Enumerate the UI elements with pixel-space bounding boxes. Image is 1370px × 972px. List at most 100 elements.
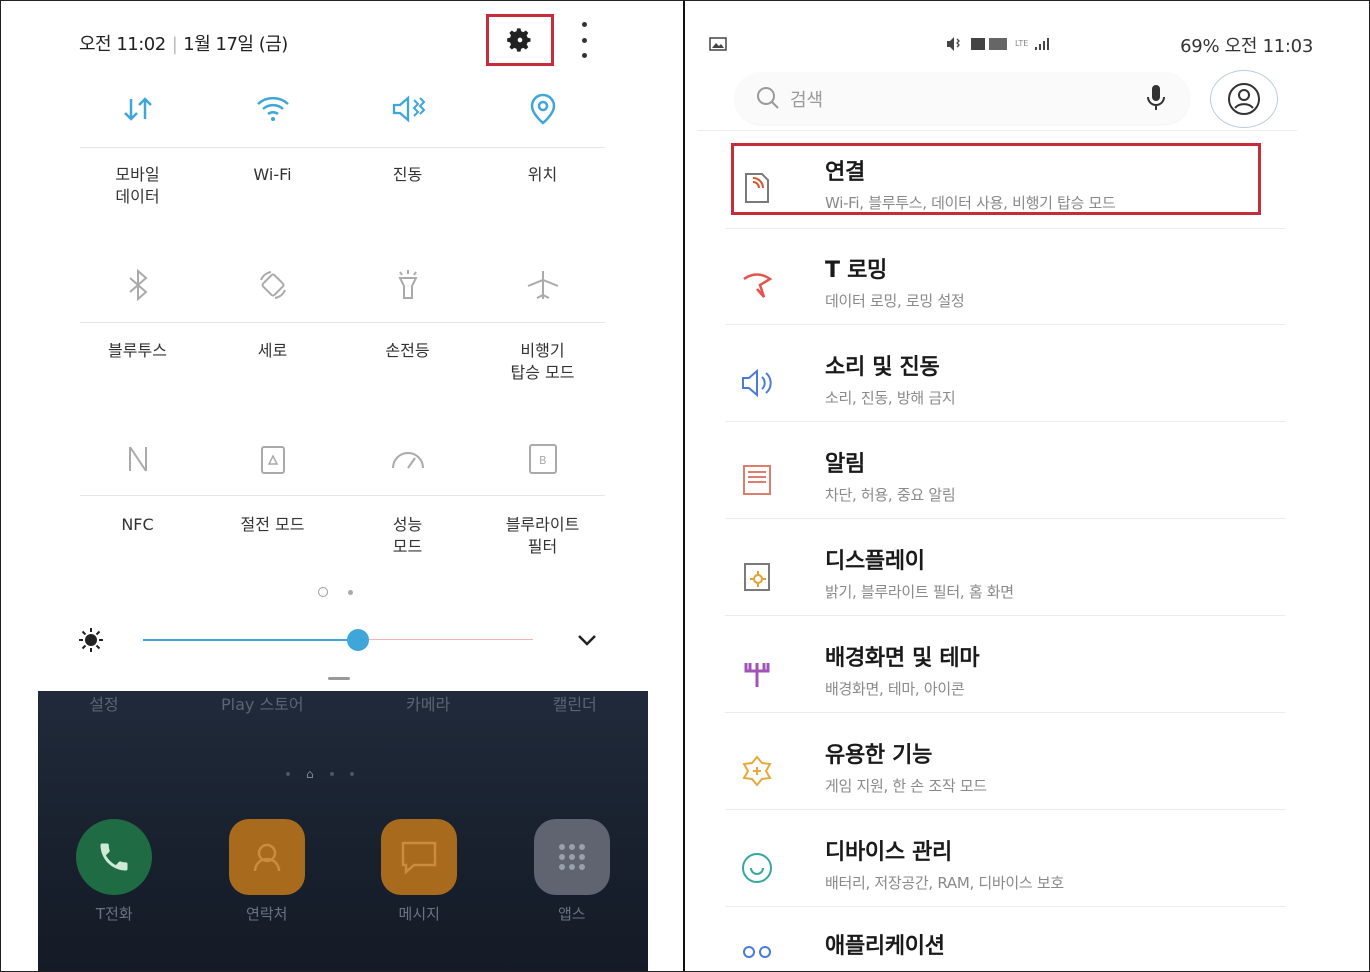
gallery-notification-icon [709, 37, 727, 51]
tile-power-saving[interactable] [205, 430, 340, 488]
tile-label: 비행기 탑승 모드 [510, 341, 575, 382]
settings-item-display[interactable]: 디스플레이 밝기, 블루라이트 필터, 홈 화면 [725, 537, 1285, 615]
tile-labels-row-1: 모바일 데이터 Wi-Fi 진동 위치 [70, 164, 610, 208]
brightness-icon [79, 628, 103, 652]
rotation-icon [259, 271, 286, 299]
home-app-label[interactable]: 설정 [89, 691, 118, 715]
profile-icon [1228, 83, 1260, 115]
dock-app-phone[interactable]: T전화 [54, 819, 174, 924]
tile-flashlight[interactable] [340, 256, 475, 314]
tile-nfc[interactable] [70, 430, 205, 488]
tile-performance[interactable] [340, 430, 475, 488]
dock-app-contacts[interactable]: 연락처 [207, 819, 327, 924]
settings-item-device-care[interactable]: 디바이스 관리 배터리, 저장공간, RAM, 디바이스 보호 [725, 828, 1285, 906]
chevron-down-icon[interactable] [576, 633, 598, 647]
dock-app-label: 앱스 [557, 905, 586, 923]
divider [697, 130, 1297, 131]
apps-icon [533, 819, 610, 895]
app-dock: T전화 연락처 메시지 앱스 [38, 819, 648, 924]
wallpaper-icon [737, 654, 777, 694]
settings-screen: LTE 69% 오전 11:03 검색 연결 Wi-Fi, 블루투스, 데이터 … [685, 0, 1370, 972]
more-options-icon[interactable] [570, 22, 598, 58]
divider [725, 518, 1285, 519]
status-battery-time: 69% 오전 11:03 [1180, 36, 1313, 57]
settings-item-subtitle: 밝기, 블루라이트 필터, 홈 화면 [825, 583, 1014, 601]
settings-search-bar[interactable]: 검색 [735, 72, 1190, 124]
tile-label: 손전등 [385, 341, 430, 360]
tile-label: 블루투스 [108, 341, 167, 360]
flashlight-icon [397, 270, 418, 299]
advanced-features-icon [737, 751, 777, 791]
dock-app-apps[interactable]: 앱스 [512, 819, 632, 924]
tile-mobile-data[interactable] [70, 80, 205, 138]
divider [80, 147, 605, 148]
status-bar: LTE 69% 오전 11:03 [705, 32, 1325, 57]
settings-item-subtitle: 데이터 로밍, 로밍 설정 [825, 292, 965, 310]
quick-tile-row-1 [70, 80, 610, 138]
settings-item-subtitle: 배터리, 저장공간, RAM, 디바이스 보호 [825, 874, 1064, 892]
nfc-icon [128, 446, 147, 472]
page-dot [348, 589, 353, 595]
apps-settings-icon [737, 930, 777, 970]
tile-label: 진동 [392, 165, 423, 184]
quick-panel-screen: 오전 11:02 | 1월 17일 (금) 모바일 데이터 Wi-Fi 진동 위치 [0, 0, 683, 972]
tile-location[interactable] [475, 80, 610, 138]
dock-app-label: 메시지 [398, 905, 440, 923]
settings-gear-button[interactable] [486, 14, 554, 66]
settings-item-title: T 로밍 [825, 258, 887, 283]
divider [725, 809, 1285, 810]
dock-app-label: T전화 [95, 905, 133, 923]
home-page-indicator: ⌂ [286, 767, 354, 781]
home-app-label[interactable]: 카메라 [406, 691, 450, 715]
phone-icon [76, 819, 153, 895]
tile-vibrate[interactable] [340, 80, 475, 138]
performance-icon [391, 452, 424, 469]
settings-item-notifications[interactable]: 알림 차단, 허용, 중요 알림 [725, 440, 1285, 518]
settings-item-title: 배경화면 및 테마 [825, 646, 980, 671]
tile-label: Wi-Fi [253, 165, 292, 184]
settings-item-wallpaper-theme[interactable]: 배경화면 및 테마 배경화면, 테마, 아이콘 [725, 634, 1285, 712]
display-icon [737, 557, 777, 597]
brightness-track [357, 639, 533, 640]
status-date: 1월 17일 (금) [183, 34, 288, 55]
settings-item-applications[interactable]: 애플리케이션 [725, 922, 1285, 972]
tile-label: 세로 [257, 341, 288, 360]
contacts-icon [228, 819, 305, 895]
settings-item-sound[interactable]: 소리 및 진동 소리, 진동, 방해 금지 [725, 343, 1285, 421]
settings-item-t-roaming[interactable]: T 로밍 데이터 로밍, 로밍 설정 [725, 246, 1285, 324]
svg-text:B: B [539, 454, 547, 467]
settings-item-subtitle: 차단, 허용, 중요 알림 [825, 486, 956, 504]
divider [80, 495, 605, 496]
tile-blue-light-filter[interactable]: B [475, 430, 610, 488]
panel-drag-handle[interactable] [328, 677, 350, 680]
tile-airplane[interactable] [475, 256, 610, 314]
settings-item-title: 디스플레이 [825, 549, 925, 574]
notifications-icon [737, 460, 777, 500]
settings-item-subtitle: 소리, 진동, 방해 금지 [825, 389, 956, 407]
tile-label: 블루라이트 필터 [505, 515, 580, 556]
search-placeholder: 검색 [790, 90, 824, 111]
status-icons: LTE [947, 37, 1049, 51]
divider [80, 322, 605, 323]
tile-label: 성능 모드 [392, 515, 423, 556]
divider [725, 615, 1285, 616]
account-profile-button[interactable] [1210, 70, 1278, 128]
brightness-slider-handle[interactable] [346, 629, 369, 651]
tile-labels-row-2: 블루투스 세로 손전등 비행기 탑승 모드 [70, 340, 610, 384]
sound-icon [737, 363, 777, 403]
microphone-icon[interactable] [1145, 83, 1167, 113]
power-saving-icon [260, 446, 285, 474]
divider [725, 906, 1285, 907]
divider [725, 228, 1285, 229]
location-icon [530, 93, 555, 125]
tile-rotation[interactable] [205, 256, 340, 314]
home-app-label[interactable]: 캘린더 [553, 691, 597, 715]
page-indicator [318, 587, 353, 597]
home-app-label[interactable]: Play 스토어 [221, 691, 304, 715]
tile-bluetooth[interactable] [70, 256, 205, 314]
divider [725, 324, 1285, 325]
tile-wifi[interactable] [205, 80, 340, 138]
message-icon [381, 819, 458, 895]
settings-item-advanced-features[interactable]: 유용한 기능 게임 지원, 한 손 조작 모드 [725, 731, 1285, 809]
dock-app-messages[interactable]: 메시지 [359, 819, 479, 924]
